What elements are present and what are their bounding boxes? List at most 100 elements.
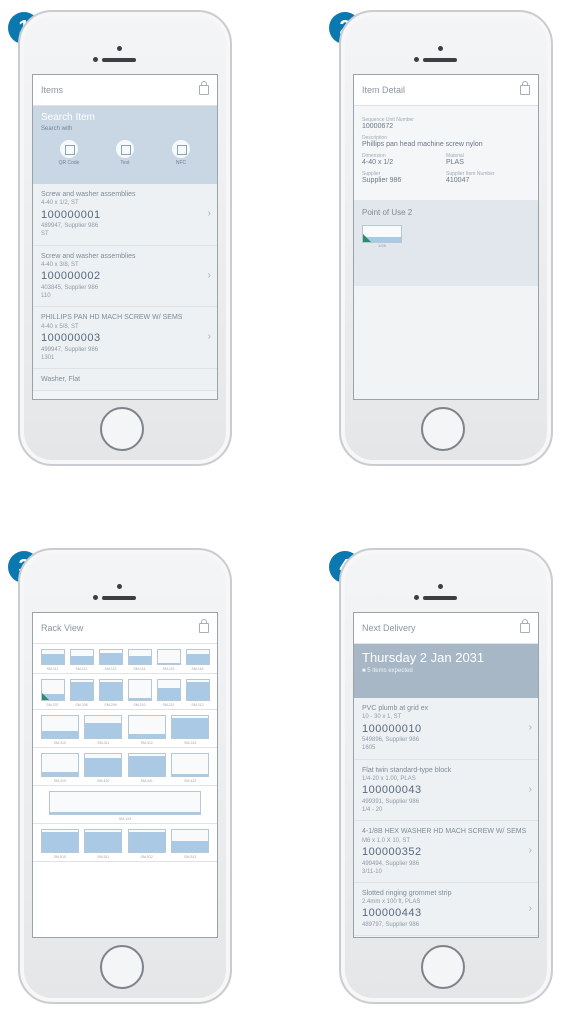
front-sensor (93, 595, 98, 600)
rack-bin-label: SM-510 (53, 855, 66, 859)
bin-fill (50, 811, 200, 814)
rack-bin[interactable] (127, 829, 166, 853)
rack-bin-label: SM-113 (104, 667, 117, 671)
bin[interactable] (362, 225, 402, 243)
rack-cell: SM-422 (171, 753, 210, 783)
list-item[interactable]: Screw and washer assemblies 4-40 x 3/8, … (33, 245, 217, 308)
rack-bin[interactable] (171, 753, 210, 777)
search-title[interactable]: Search Item (41, 112, 209, 123)
rack-bin[interactable] (40, 715, 79, 739)
item-supplier: 499391, Supplier 986 (362, 798, 420, 805)
rack-bin-label: SM-420 (97, 779, 110, 783)
item-extra: 1605 (362, 745, 376, 752)
rack-bin[interactable] (127, 649, 152, 665)
camera (117, 584, 122, 589)
rack-bin[interactable] (40, 649, 65, 665)
home-button[interactable] (421, 945, 465, 989)
page-title: Rack View (41, 623, 84, 633)
rack-cell: SM-115 (156, 649, 181, 671)
list-item[interactable]: Slotted ringing grommet strip 2.4mm x 10… (354, 882, 538, 937)
rack-bin[interactable] (171, 829, 210, 853)
rack-bin[interactable] (127, 679, 152, 701)
item-desc: Screw and washer assemblies (41, 191, 136, 198)
bin-fill (85, 832, 122, 852)
rack-bin-label: SM-209 (104, 703, 117, 707)
lock-icon[interactable] (520, 619, 530, 633)
item-number: 100000002 (41, 270, 101, 283)
rack-bin[interactable] (84, 753, 123, 777)
item-spec: M6 x 1.0 X 10, ST (362, 837, 411, 844)
search-text-button[interactable]: Text (114, 140, 136, 166)
rack-bin-label: SM-313 (184, 741, 197, 745)
list-item[interactable]: 4-1/8B HEX WASHER HD MACH SCREW W/ SEMS … (354, 821, 538, 883)
lock-icon[interactable] (520, 81, 530, 95)
delivery-date-banner: Thursday 2 Jan 2031 ■ 5 items expected (354, 644, 538, 698)
header-bar: Item Detail (354, 75, 538, 106)
rack-cell: SM-114 (127, 649, 152, 671)
bin-fill (41, 731, 78, 738)
rack-bin[interactable] (127, 715, 166, 739)
home-button[interactable] (421, 407, 465, 451)
rack-cell: SM-123 (49, 791, 201, 821)
rack-bin-label: SM-208 (75, 703, 88, 707)
rack-bin[interactable] (171, 715, 210, 739)
bin-fill (128, 655, 151, 664)
speaker (102, 58, 136, 62)
home-button[interactable] (100, 945, 144, 989)
rack-bin-label: SM-310 (53, 741, 66, 745)
lock-icon[interactable] (199, 619, 209, 633)
chevron-right-icon: › (528, 722, 532, 734)
rack-bin[interactable] (40, 679, 65, 701)
list-item[interactable]: PHILLIPS PAN HD MACH SCREW W/ SEMS 4-40 … (33, 307, 217, 369)
chevron-right-icon: › (528, 783, 532, 795)
rack-cell: SM-419 (40, 753, 79, 783)
rack-bin[interactable] (69, 679, 94, 701)
rack-bin[interactable] (185, 679, 210, 701)
rack-bin[interactable] (40, 829, 79, 853)
item-supplier: 489797, Supplier 986 (362, 922, 420, 929)
rack-bin-label: SM-512 (140, 855, 153, 859)
rack-bin-label: SM-210 (133, 703, 146, 707)
bin-fill (128, 698, 151, 700)
rack-bin-label: SM-422 (184, 779, 197, 783)
rack-bin-label: SM-112 (75, 667, 88, 671)
page-title: Next Delivery (362, 623, 416, 633)
phone-items: Items Search Item Search with QR Code Te… (18, 10, 232, 466)
speaker (423, 58, 457, 62)
item-spec: 4-40 x 3/8, ST (41, 262, 79, 268)
phone-rack-view: Rack View SM-111 SM-112 SM-113 SM-114 SM-115… (18, 548, 232, 1004)
rack-bin-label: SM-312 (140, 741, 153, 745)
point-of-use-title: Point of Use 2 (362, 208, 413, 217)
rack-bin[interactable] (84, 715, 123, 739)
search-nfc-button[interactable]: NFC (170, 140, 192, 166)
rack-bin[interactable] (127, 753, 166, 777)
front-sensor (93, 57, 98, 62)
rack-bin[interactable] (69, 649, 94, 665)
list-item[interactable]: Flat twin standard-type block 1/4-20 x 1… (354, 759, 538, 822)
nfc-icon (172, 140, 190, 158)
search-qr-button[interactable]: QR Code (58, 140, 80, 166)
lock-icon[interactable] (199, 81, 209, 95)
rack-bin[interactable] (40, 753, 79, 777)
page-title: Items (41, 85, 64, 95)
rack-bin[interactable] (84, 829, 123, 853)
list-item[interactable]: Screw and washer assemblies 4-40 x 1/2, … (33, 184, 217, 246)
rack-bin[interactable] (156, 649, 181, 665)
chevron-right-icon: › (207, 331, 211, 343)
item-extra: 3/11-10 (362, 868, 382, 875)
camera (438, 584, 443, 589)
rack-bin[interactable] (98, 649, 123, 665)
nfc-label: NFC (175, 160, 187, 166)
bin-fill (85, 722, 122, 738)
list-item[interactable]: PVC plumb at grid ex 10 - 30 x 1, ST 100… (354, 698, 538, 760)
home-button[interactable] (100, 407, 144, 451)
list-item[interactable]: Washer, Flat (33, 368, 217, 392)
bin-fill (172, 841, 209, 852)
rack-bin-label: SM-511 (97, 855, 110, 859)
bin-label: 1/28 (378, 243, 386, 248)
rack-bin[interactable] (185, 649, 210, 665)
bin-fill (128, 733, 165, 738)
rack-bin[interactable] (98, 679, 123, 701)
rack-bin[interactable] (49, 791, 201, 815)
rack-bin[interactable] (156, 679, 181, 701)
